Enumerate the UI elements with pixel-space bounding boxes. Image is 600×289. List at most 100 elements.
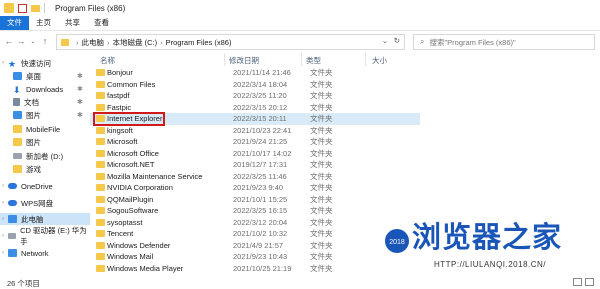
file-row[interactable]: Windows Defender 2021/4/9 21:57 文件夹 [90,240,420,252]
sidebar-item-documents[interactable]: 文档 ✱ [0,96,90,108]
address-bar[interactable]: › 此电脑 › 本地磁盘 (C:) › Program Files (x86) … [56,34,405,50]
pin-icon[interactable]: ✱ [77,111,83,119]
file-date: 2022/3/25 16:15 [233,206,288,216]
folder-icon [96,264,105,272]
file-type: 文件夹 [310,137,333,147]
breadcrumb-program-files[interactable]: Program Files (x86) [166,38,232,47]
recent-dropdown-icon[interactable]: ⌄ [27,34,39,48]
file-type: 文件夹 [310,171,333,181]
file-date: 2021/10/25 21:19 [233,263,292,273]
column-divider[interactable] [224,53,225,66]
file-name: Common Files [107,79,156,89]
file-name: sysoptasst [107,217,143,227]
file-row[interactable]: SogouSoftware 2022/3/25 16:15 文件夹 [90,205,420,217]
sidebar-item-wps-drive[interactable]: › WPS网盘 [0,197,90,209]
file-row[interactable]: kingsoft 2021/10/23 22:41 文件夹 [90,125,420,137]
file-name: kingsoft [107,125,133,135]
breadcrumb-local-disk[interactable]: 本地磁盘 (C:) [113,37,158,48]
network-icon [8,249,17,257]
pin-icon[interactable]: ✱ [77,72,83,80]
sidebar-item-pictures[interactable]: 图片 ✱ [0,109,90,121]
column-date-modified[interactable]: 修改日期 [229,55,259,66]
folder-icon [96,126,105,134]
column-divider[interactable] [365,53,366,66]
sidebar-item-label: OneDrive [21,181,53,191]
file-type: 文件夹 [310,102,333,112]
sidebar-item-pictures-folder[interactable]: 图片 [0,136,90,148]
sidebar-item-cd-drive[interactable]: › CD 驱动器 (E:) 华为手 [0,226,90,246]
folder-icon [96,184,105,191]
file-row[interactable]: Common Files 2022/3/14 18:04 文件夹 [90,79,420,91]
sidebar-item-label: 桌面 [26,71,41,81]
details-view-icon[interactable] [573,278,582,286]
sidebar-item-desktop[interactable]: 桌面 ✱ [0,70,90,82]
file-type: 文件夹 [310,206,333,216]
column-divider[interactable] [301,53,302,66]
file-row[interactable]: Tencent 2021/10/2 10:32 文件夹 [90,228,420,240]
tab-file[interactable]: 文件 [0,16,29,30]
column-size[interactable]: 大小 [372,55,387,66]
file-row[interactable]: Microsoft 2021/9/24 21:25 文件夹 [90,136,420,148]
watermark-badge-text: 2018 [389,239,405,246]
sidebar-item-drive-d[interactable]: 新加卷 (D:) [0,150,90,162]
file-type: 文件夹 [310,148,333,158]
sidebar-item-label: 游戏 [26,164,41,174]
file-row[interactable]: Microsoft Office 2021/10/17 14:02 文件夹 [90,148,420,160]
sidebar-item-mobilefile[interactable]: MobileFile [0,123,90,135]
sidebar-item-games[interactable]: 游戏 [0,163,90,175]
address-dropdown-icon[interactable]: ⌄ [382,36,388,45]
back-arrow-icon[interactable]: ← [3,34,15,48]
file-row[interactable]: Windows Mail 2021/9/23 10:43 文件夹 [90,251,420,263]
up-arrow-icon[interactable]: ↑ [39,34,51,48]
file-row[interactable]: sysoptasst 2022/3/12 20:04 文件夹 [90,217,420,229]
large-icons-view-icon[interactable] [585,278,594,286]
folder-icon [96,230,105,237]
file-row[interactable]: Mozilla Maintenance Service 2022/3/25 11:… [90,171,420,183]
sidebar-item-label: 图片 [26,137,41,147]
folder-icon [96,253,105,260]
file-row[interactable]: fastpdf 2022/3/25 11:20 文件夹 [90,90,420,102]
file-row[interactable]: Microsoft.NET 2019/12/7 17:31 文件夹 [90,159,420,171]
sidebar-item-this-pc[interactable]: › 此电脑 [0,213,90,225]
file-list: Bonjour 2021/11/14 21:46 文件夹 Common Files 20… [90,67,420,274]
pin-icon[interactable]: ✱ [77,98,83,106]
file-row[interactable]: Windows Media Player 2021/10/25 21:19 文件夹 [90,263,420,275]
file-row[interactable]: QQMailPlugin 2021/10/1 15:25 文件夹 [90,194,420,206]
watermark-badge-icon: 2018 [385,229,409,253]
sidebar-item-quick-access[interactable]: › ★ 快速访问 [0,57,90,70]
pin-icon[interactable]: ✱ [77,85,83,93]
file-type: 文件夹 [310,263,333,273]
column-type[interactable]: 类型 [306,55,321,66]
file-name: QQMailPlugin [107,194,154,204]
navigation-pane: › ★ 快速访问 桌面 ✱ ⬇ Downloads ✱ 文档 ✱ 图片 ✱ Mo… [0,56,90,276]
file-row[interactable]: Bonjour 2021/11/14 21:46 文件夹 [90,67,420,79]
sidebar-item-downloads[interactable]: ⬇ Downloads ✱ [0,83,90,96]
file-name: Windows Defender [107,240,171,250]
file-date: 2021/11/14 21:46 [233,68,291,78]
refresh-icon[interactable]: ↻ [394,36,400,45]
new-folder-icon[interactable] [31,4,40,12]
expand-chevron-icon[interactable]: › [2,233,8,239]
sidebar-item-network[interactable]: › Network [0,247,90,259]
sidebar-item-onedrive[interactable]: › OneDrive [0,180,90,192]
navigation-bar: ← → ⌄ ↑ › 此电脑 › 本地磁盘 (C:) › Program File… [0,31,600,51]
breadcrumb-chevron-icon[interactable]: › [76,38,79,47]
tab-home[interactable]: 主页 [29,16,58,30]
search-input[interactable]: ⌕ 搜索"Program Files (x86)" [413,34,595,50]
folder-icon [96,138,105,145]
folder-icon [96,80,105,88]
star-icon: ★ [8,59,17,69]
breadcrumb-this-pc[interactable]: 此电脑 [82,37,105,48]
file-row[interactable]: NVIDIA Corporation 2021/9/23 9:40 文件夹 [90,182,420,194]
breadcrumb-chevron-icon[interactable]: › [160,38,163,47]
folder-icon [96,103,105,111]
properties-icon[interactable] [18,3,27,13]
breadcrumb-chevron-icon[interactable]: › [107,38,110,47]
tab-share[interactable]: 共享 [58,16,87,30]
sidebar-item-label: 新加卷 (D:) [26,151,64,161]
file-date: 2022/3/25 11:20 [233,91,287,101]
tab-view[interactable]: 查看 [87,16,116,30]
column-name[interactable]: 名称 [100,55,115,66]
file-date: 2021/9/23 9:40 [233,183,284,193]
forward-arrow-icon[interactable]: → [15,34,27,48]
